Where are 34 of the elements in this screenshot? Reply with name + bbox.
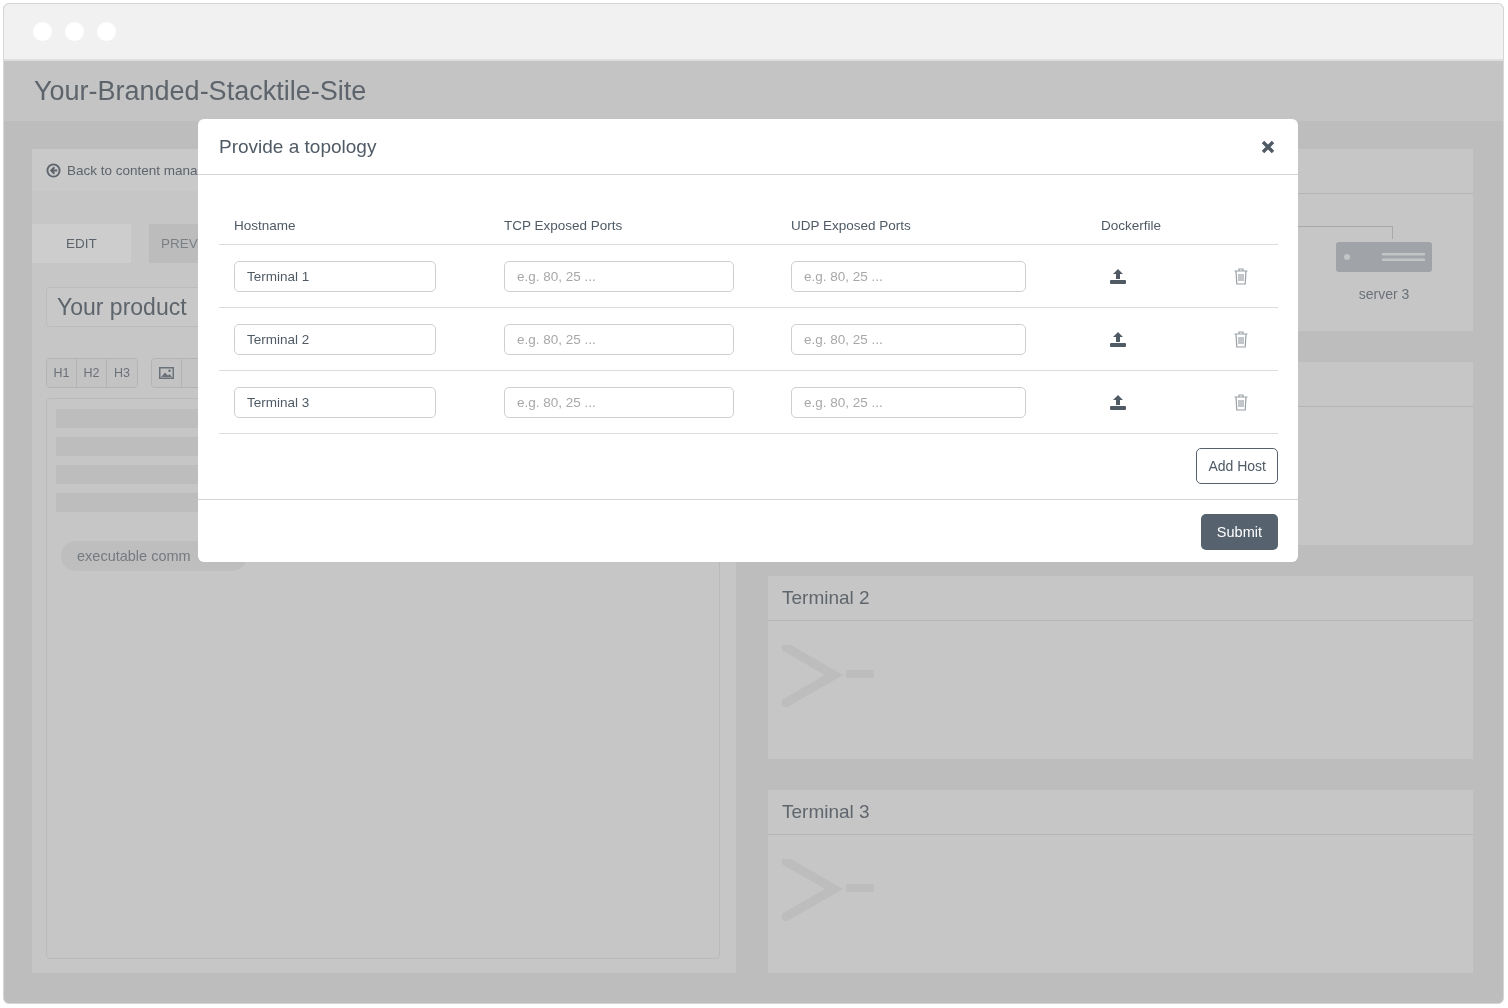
tcp-ports-field[interactable]: e.g. 80, 25 ... (504, 260, 734, 292)
site-title: Your-Branded-Stacktile-Site (34, 75, 367, 107)
hostname-field[interactable]: Terminal 1 (234, 260, 436, 292)
hostname-field[interactable]: Terminal 2 (234, 323, 436, 355)
node-label: server 3 (1358, 286, 1410, 302)
column-header: Hostname (234, 217, 297, 233)
trash-icon[interactable] (1234, 267, 1248, 285)
upload-icon[interactable] (1110, 331, 1126, 347)
terminal-title: Terminal 3 (782, 801, 870, 823)
terminal-title: Terminal 2 (782, 587, 870, 609)
image-button[interactable] (152, 359, 182, 387)
tcp-ports-field[interactable]: e.g. 80, 25 ... (504, 386, 734, 418)
column-header: Dockerfile (1100, 217, 1163, 233)
tcp-ports-field[interactable]: e.g. 80, 25 ... (504, 323, 734, 355)
hostname-field[interactable]: Terminal 3 (234, 386, 436, 418)
submit-button[interactable]: Submit (1200, 514, 1278, 550)
image-icon[interactable] (159, 367, 174, 379)
heading-button[interactable]: H1 (47, 359, 77, 387)
upload-icon[interactable] (1110, 268, 1126, 284)
back-arrow-icon[interactable] (46, 162, 61, 178)
server-icon (1336, 242, 1432, 272)
tab[interactable]: EDIT (32, 224, 131, 263)
add-host-button[interactable]: Add Host (1196, 448, 1278, 484)
udp-ports-field[interactable]: e.g. 80, 25 ... (791, 260, 1026, 292)
upload-icon[interactable] (1110, 394, 1126, 410)
udp-ports-field[interactable]: e.g. 80, 25 ... (791, 386, 1026, 418)
trash-icon[interactable] (1234, 393, 1248, 411)
trash-icon[interactable] (1234, 330, 1248, 348)
back-link[interactable]: Back to content mana (67, 162, 198, 178)
dialog-title: Provide a topology (219, 135, 377, 158)
udp-ports-field[interactable]: e.g. 80, 25 ... (791, 323, 1026, 355)
close-button[interactable] (1261, 139, 1275, 154)
column-header: TCP Exposed Ports (504, 217, 624, 233)
column-header: UDP Exposed Ports (791, 217, 912, 233)
